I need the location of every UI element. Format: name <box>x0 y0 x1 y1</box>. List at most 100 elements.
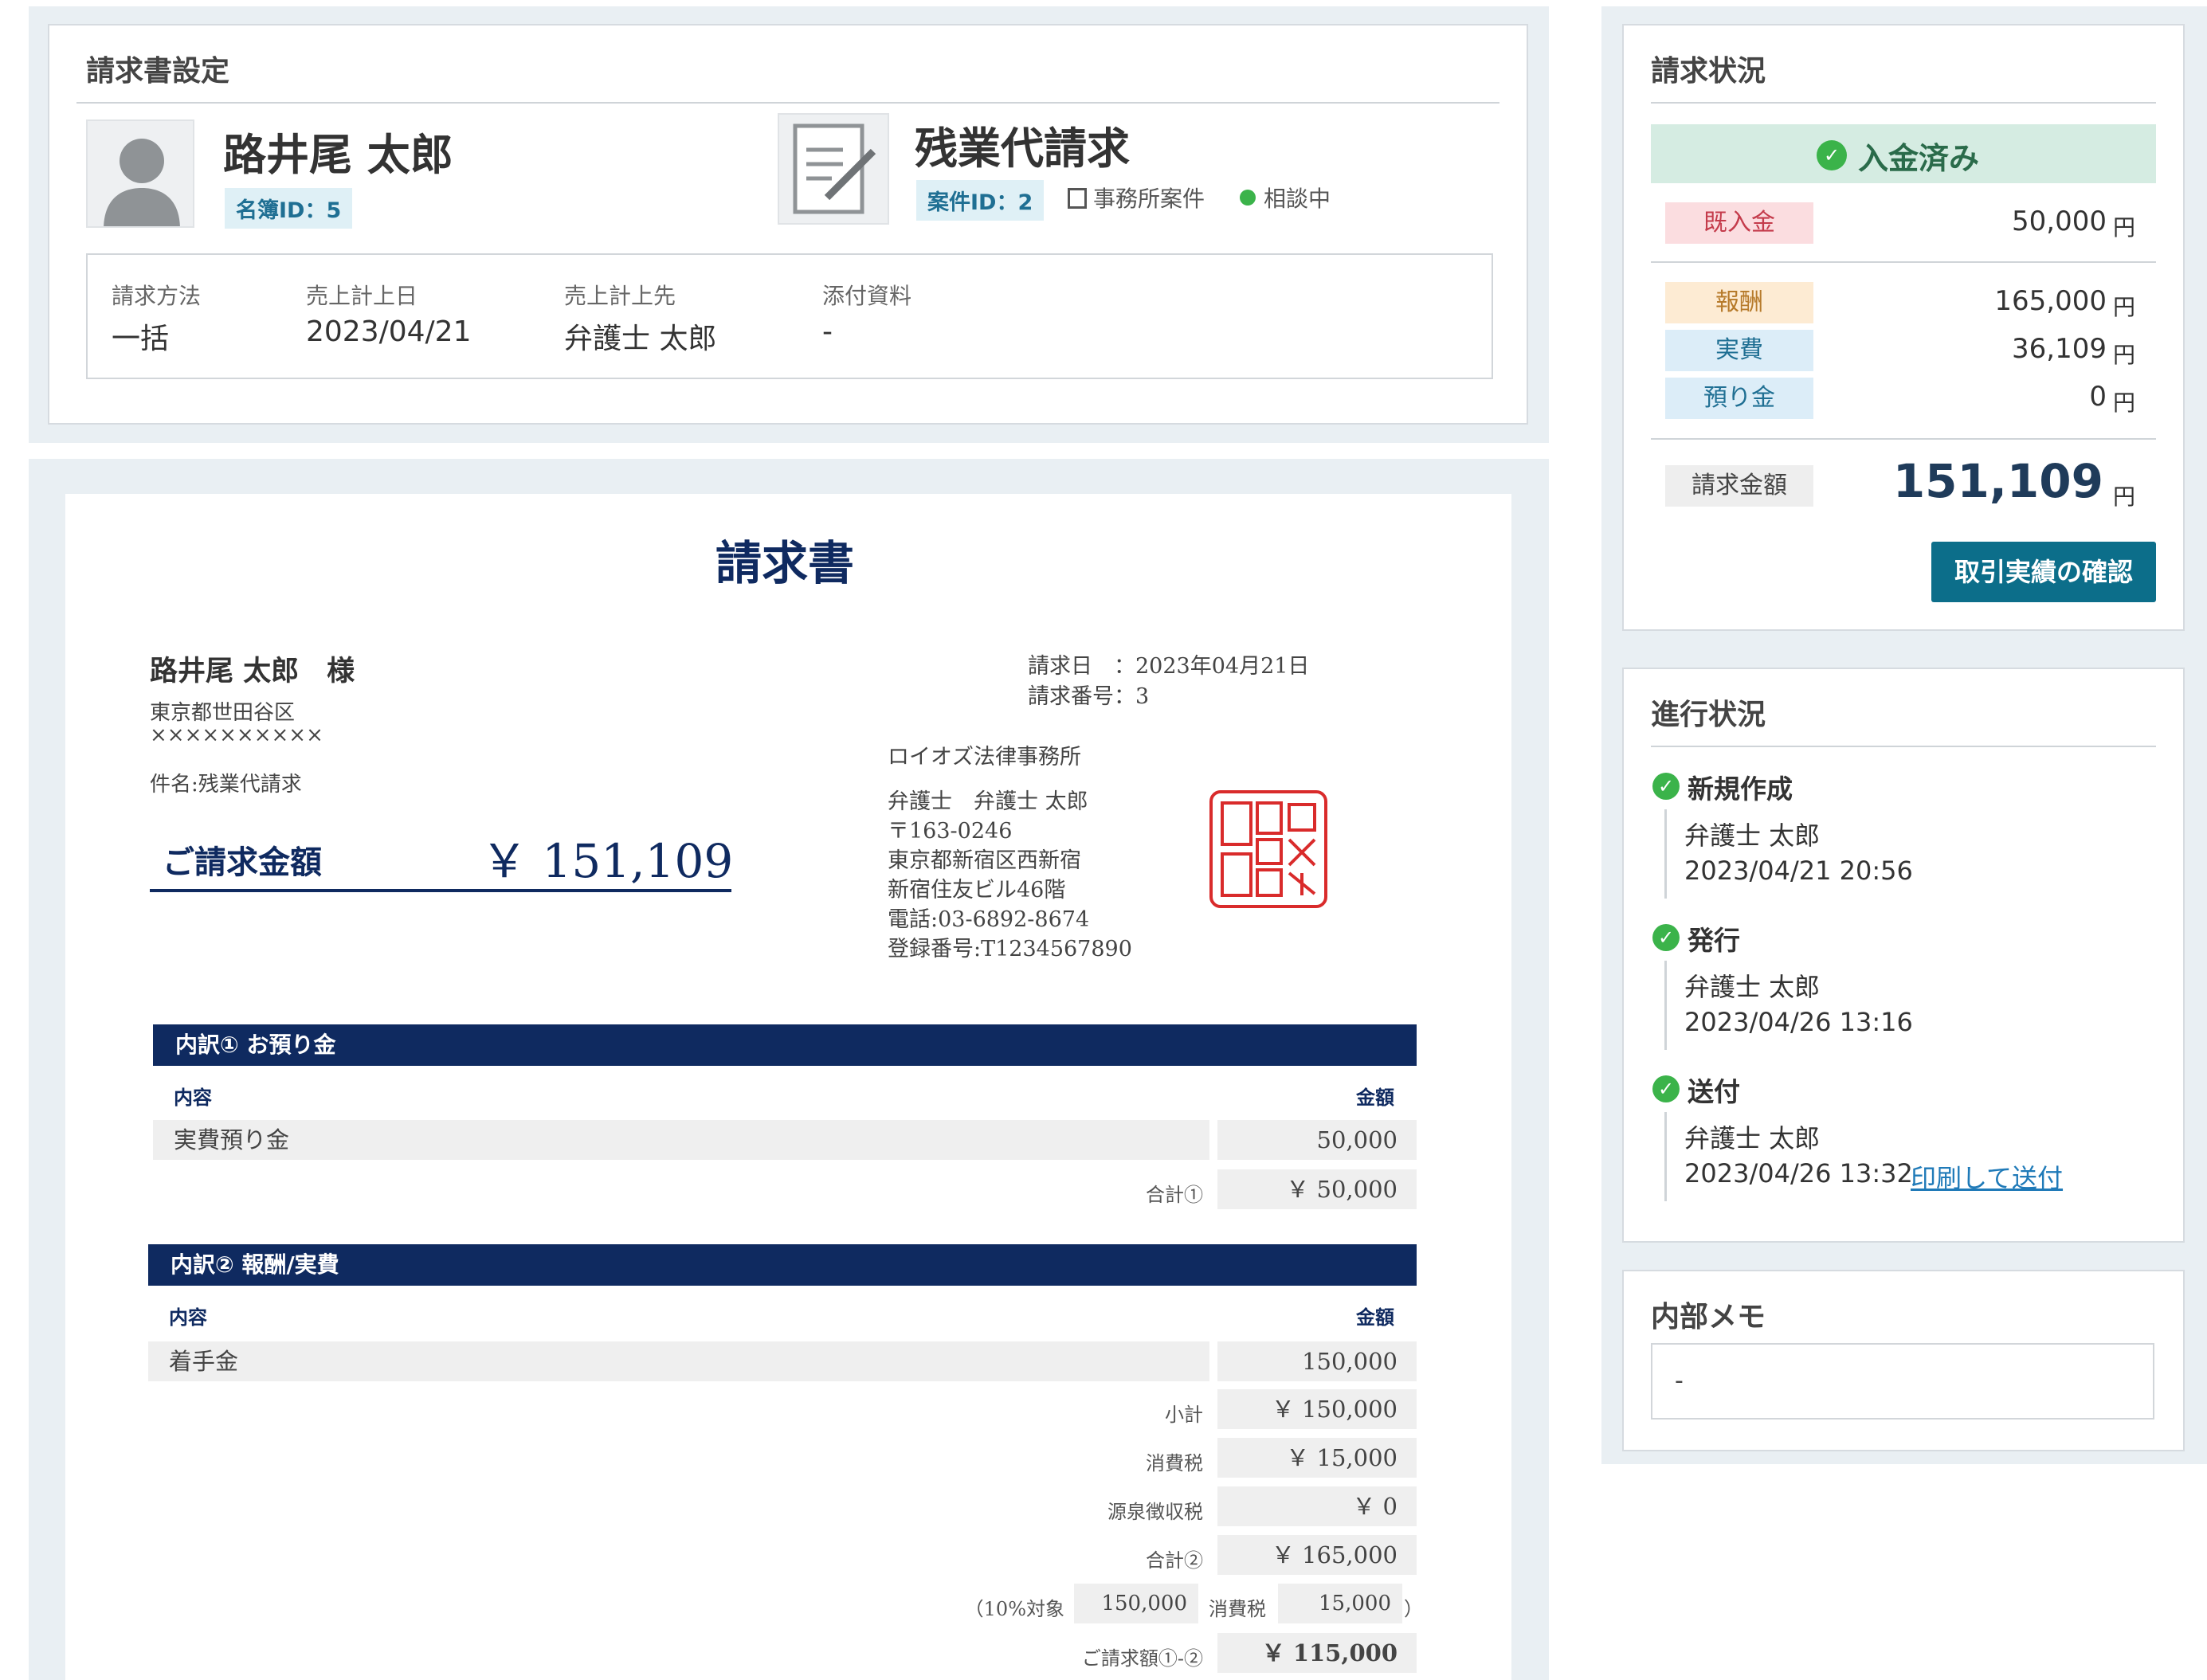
invoice-total-value: 151,109 <box>1892 454 2103 508</box>
firm-line: 電話:03-6892-8674 <box>888 907 1090 932</box>
received-value: 50,000 <box>2012 206 2107 237</box>
step-title: 発行 <box>1688 925 1740 956</box>
divider <box>76 102 1499 104</box>
invoice-total-tag: 請求金額 <box>1665 465 1813 507</box>
firm-line: 東京都新宿区西新宿 <box>888 848 1081 873</box>
step-user: 弁護士 太郎 <box>1684 820 1821 851</box>
line-item-amount: 50,000 <box>1217 1120 1417 1160</box>
line-item-label: 実費預り金 <box>153 1120 1209 1160</box>
line-item-amount: 150,000 <box>1217 1341 1417 1381</box>
print-and-send-link[interactable]: 印刷して送付 <box>1911 1158 2063 1195</box>
timeline-line <box>1664 961 1667 1050</box>
divider <box>1651 438 2156 440</box>
step-title: 送付 <box>1688 1076 1740 1107</box>
grand-total-value: ￥ 115,000 <box>1217 1633 1417 1673</box>
yen-unit: 円 <box>2113 484 2136 510</box>
withholding-label: 源泉徴収税 <box>1107 1501 1203 1523</box>
divider <box>1651 261 2156 263</box>
firm-line: 〒163-0246 <box>888 819 1013 844</box>
client-name: 路井尾 太郎 <box>223 130 453 180</box>
firm-line: 登録番号:T1234567890 <box>888 937 1132 961</box>
amount-value: ￥ 151,109 <box>481 834 734 888</box>
invoice-number: 請求番号：3 <box>1028 684 1150 709</box>
withholding-value: ￥ 0 <box>1217 1486 1417 1526</box>
field-value: 弁護士 太郎 <box>564 323 717 355</box>
tax-small-label: 消費税 <box>1209 1598 1266 1620</box>
total-label: 合計① <box>1146 1184 1203 1206</box>
column-header-content: 内容 <box>174 1087 212 1109</box>
step-title: 新規作成 <box>1688 773 1793 805</box>
section-header: 内訳② 報酬/実費 <box>148 1244 1417 1286</box>
tax-label: 消費税 <box>1146 1452 1203 1474</box>
deposit-value: 0 <box>2089 381 2107 413</box>
addressee: 路井尾 太郎 様 <box>150 656 355 687</box>
divider <box>1651 102 2156 104</box>
field-label: 売上計上日 <box>306 283 418 309</box>
invoice-date: 請求日 ：2023年04月21日 <box>1028 654 1310 679</box>
billing-status-card <box>1622 24 2185 631</box>
amount-underline <box>150 889 731 892</box>
matter-id-badge: 案件ID：2 <box>916 180 1045 221</box>
building-icon <box>1068 188 1087 209</box>
check-circle-icon: ✓ <box>1652 924 1680 951</box>
total-value: ￥ 165,000 <box>1217 1535 1417 1575</box>
memo-title: 内部メモ <box>1651 1301 1766 1333</box>
subtotal-label: 小計 <box>1165 1404 1203 1426</box>
fee-value: 165,000 <box>1994 285 2107 317</box>
grand-total-label: ご請求額①-② <box>1081 1647 1203 1670</box>
matter-status: 相談中 <box>1240 182 1331 213</box>
step-user: 弁護士 太郎 <box>1684 1123 1821 1153</box>
yen-unit: 円 <box>2113 390 2136 416</box>
taxable-amount: 150,000 <box>1074 1584 1198 1623</box>
yen-unit: 円 <box>2113 342 2136 368</box>
field-label: 請求方法 <box>112 283 202 309</box>
timeline-line <box>1664 1112 1667 1201</box>
amount-label: ご請求金額 <box>163 844 322 881</box>
invoice-settings-box <box>86 253 1493 379</box>
confirm-transactions-button[interactable]: 取引実績の確認 <box>1931 542 2156 602</box>
matter-type: 事務所案件 <box>1068 182 1205 213</box>
paid-status: 入金済み <box>1858 141 1980 176</box>
tax-value: ￥ 15,000 <box>1217 1438 1417 1478</box>
address-line-2: ×××××××××× <box>150 723 323 747</box>
step-time: 2023/04/26 13:32 <box>1684 1158 1913 1189</box>
tax-small-value: 15,000 <box>1278 1584 1402 1623</box>
section-header: 内訳① お預り金 <box>153 1024 1417 1066</box>
deposit-tag: 預り金 <box>1665 378 1813 419</box>
column-header-amount: 金額 <box>1356 1087 1394 1109</box>
yen-unit: 円 <box>2113 214 2136 241</box>
total-label: 合計② <box>1146 1549 1203 1572</box>
matter-status-label: 相談中 <box>1264 186 1331 212</box>
person-icon <box>104 139 180 226</box>
memo-field[interactable]: - <box>1651 1343 2154 1420</box>
firm-line: 弁護士 弁護士 太郎 <box>888 789 1088 814</box>
yen-unit: 円 <box>2113 294 2136 320</box>
billing-title: 請求状況 <box>1651 55 1766 88</box>
document-sign-icon <box>778 113 889 225</box>
invoice-title: 請求書 <box>715 536 855 590</box>
expense-value: 36,109 <box>2012 333 2107 365</box>
expense-tag: 実費 <box>1665 330 1813 371</box>
divider <box>1651 746 2156 747</box>
column-header-amount: 金額 <box>1356 1306 1394 1329</box>
fee-tag: 報酬 <box>1665 282 1813 323</box>
avatar <box>86 119 194 228</box>
subject: 件名:残業代請求 <box>150 773 302 797</box>
received-tag: 既入金 <box>1665 202 1813 244</box>
tax-rate-open: （10%対象 <box>964 1598 1064 1620</box>
step-user: 弁護士 太郎 <box>1684 972 1821 1002</box>
firm-line: 新宿住友ビル46階 <box>888 878 1066 903</box>
settings-title: 請求書設定 <box>86 55 230 88</box>
firm-name: ロイオズ法律事務所 <box>888 745 1081 770</box>
timeline-line <box>1664 809 1667 899</box>
check-circle-icon: ✓ <box>1652 1075 1680 1102</box>
field-label: 売上計上先 <box>564 283 676 309</box>
column-header-content: 内容 <box>169 1306 207 1329</box>
step-time: 2023/04/21 20:56 <box>1684 856 1913 886</box>
tax-rate-close: ） <box>1404 1598 1423 1620</box>
step-time: 2023/04/26 13:16 <box>1684 1007 1913 1037</box>
status-dot-icon <box>1240 190 1256 206</box>
roster-id-badge: 名簿ID：5 <box>225 188 353 229</box>
field-value: - <box>822 315 833 348</box>
progress-title: 進行状況 <box>1651 699 1766 731</box>
